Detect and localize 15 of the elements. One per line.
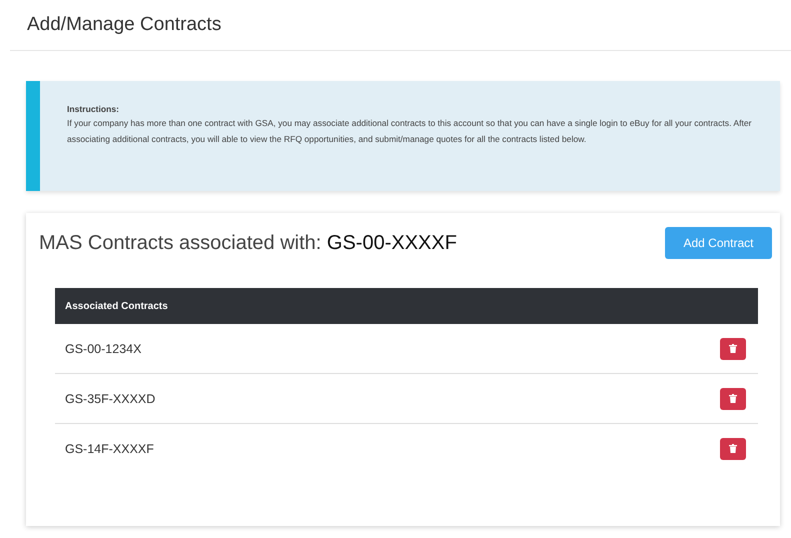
delete-button[interactable]	[720, 388, 746, 410]
trash-icon	[729, 394, 737, 403]
instructions-heading: Instructions:	[67, 103, 120, 115]
page-title: Add/Manage Contracts	[27, 14, 222, 36]
table-cell: GS-00-1234X	[65, 342, 142, 356]
delete-button[interactable]	[720, 338, 746, 360]
add-contract-button[interactable]: Add Contract	[665, 227, 772, 259]
trash-icon	[729, 444, 737, 453]
trash-icon	[729, 344, 737, 353]
delete-button[interactable]	[720, 438, 746, 460]
instructions-text: If your company has more than one contract with GSA, you may associate additional contracts to this account so that you can have a single login to eBuy for all your contracts. After associating additional contracts, you will able to view the RFQ opportunities, and submit/manage quotes for all the contracts listed below.	[67, 117, 753, 146]
card-heading: MAS Contracts associated with: GS-00-XXXXF	[39, 232, 457, 254]
table-cell: GS-14F-XXXXF	[65, 442, 154, 456]
table-header: Associated Contracts	[55, 288, 758, 324]
table-cell: GS-35F-XXXXD	[65, 392, 156, 406]
